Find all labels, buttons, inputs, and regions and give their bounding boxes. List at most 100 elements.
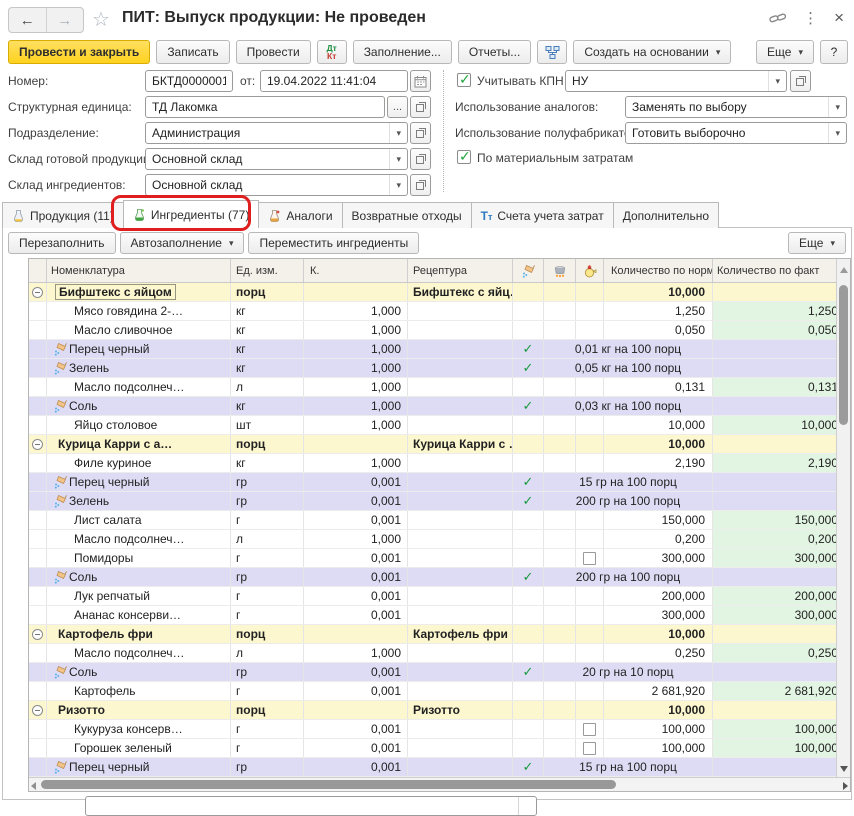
norm-qty-cell[interactable]: 2 681,920 [604,682,713,700]
cooking-flag-cell[interactable] [544,701,576,719]
unit-cell[interactable]: гр [231,492,304,510]
table-row[interactable]: Картофельг0,0012 681,9202 681,920 [29,682,838,701]
write-button[interactable]: Записать [156,40,229,64]
nomenclature-cell[interactable]: Горошек зеленый [47,739,231,757]
norm-qty-cell[interactable]: 20 гр на 10 порц [544,663,713,681]
expander-cell[interactable] [29,283,47,301]
column-spice[interactable] [513,259,544,282]
table-row[interactable]: Перец черныйгр0,001✓15 гр на 100 порц [29,473,838,492]
choose-button[interactable]: ... [387,96,408,118]
partial-bottom-field[interactable] [85,796,537,816]
expander-cell[interactable] [29,454,47,472]
unit-cell[interactable]: г [231,682,304,700]
fact-qty-cell[interactable]: 200,000 [713,587,838,605]
help-button[interactable]: ? [820,40,848,64]
table-more-button[interactable]: Еще▾ [788,232,846,254]
table-row[interactable]: Масло сливочноекг1,0000,0500,050 [29,321,838,340]
open-button[interactable] [410,122,431,144]
kettle-flag-cell[interactable] [576,435,604,453]
cooking-flag-cell[interactable] [544,435,576,453]
table-row[interactable]: Солькг1,000✓0,03 кг на 100 порц [29,397,838,416]
expander-cell[interactable] [29,530,47,548]
tab-ingredients[interactable]: Ингредиенты (77) [123,200,260,228]
norm-qty-cell[interactable]: 100,000 [604,720,713,738]
unit-cell[interactable]: гр [231,758,304,776]
norm-qty-cell[interactable]: 10,000 [604,283,713,301]
structural-unit-field[interactable]: ТД Лакомка [145,96,385,118]
post-button[interactable]: Провести [236,40,311,64]
kettle-flag-cell[interactable] [576,321,604,339]
kettle-flag-cell[interactable] [576,739,604,757]
cooking-flag-cell[interactable] [544,511,576,529]
norm-qty-cell[interactable]: 0,250 [604,644,713,662]
cooking-flag-cell[interactable] [544,283,576,301]
spice-flag-cell[interactable]: ✓ [513,397,544,415]
k-cell[interactable]: 0,001 [304,511,408,529]
nomenclature-cell[interactable]: Картофель [47,682,231,700]
recipe-cell[interactable] [408,321,513,339]
kpn-checkbox[interactable] [457,73,471,87]
kpn-combo[interactable]: НУ ▾ [565,70,787,92]
autofill-button[interactable]: Автозаполнение▾ [120,232,245,254]
unit-cell[interactable]: гр [231,568,304,586]
open-button[interactable] [410,96,431,118]
spice-flag-cell[interactable] [513,549,544,567]
fact-qty-cell[interactable] [713,492,838,510]
recipe-cell[interactable] [408,739,513,757]
recipe-cell[interactable] [408,359,513,377]
fact-qty-cell[interactable]: 0,050 [713,321,838,339]
unit-cell[interactable]: л [231,644,304,662]
refill-button[interactable]: Перезаполнить [8,232,116,254]
expander-cell[interactable] [29,587,47,605]
fact-qty-cell[interactable] [713,283,838,301]
kettle-flag-cell[interactable] [576,511,604,529]
date-field[interactable]: 19.04.2022 11:41:04 [260,70,408,92]
column-nomenclature[interactable]: Номенклатура [47,259,231,282]
spice-flag-cell[interactable] [513,587,544,605]
unit-cell[interactable]: л [231,530,304,548]
favorite-star-icon[interactable]: ☆ [92,7,110,32]
expander-cell[interactable] [29,397,47,415]
cooking-flag-cell[interactable] [544,321,576,339]
unit-cell[interactable]: г [231,549,304,567]
norm-qty-cell[interactable]: 200,000 [604,587,713,605]
cooking-flag-cell[interactable] [544,720,576,738]
spice-flag-cell[interactable]: ✓ [513,568,544,586]
ing-warehouse-combo[interactable]: Основной склад ▾ [145,174,408,196]
norm-qty-cell[interactable]: 300,000 [604,606,713,624]
row-checkbox[interactable] [583,723,596,736]
spice-flag-cell[interactable] [513,416,544,434]
scroll-down-icon[interactable] [840,766,848,772]
recipe-cell[interactable] [408,416,513,434]
spice-flag-cell[interactable] [513,739,544,757]
cooking-flag-cell[interactable] [544,682,576,700]
unit-cell[interactable]: кг [231,454,304,472]
row-checkbox[interactable] [583,742,596,755]
expander-cell[interactable] [29,492,47,510]
collapse-icon[interactable] [32,629,43,640]
fact-qty-cell[interactable] [713,758,838,776]
nomenclature-cell[interactable]: Бифштекс с яйцом [47,283,231,301]
norm-qty-cell[interactable]: 15 гр на 100 порц [544,758,713,776]
kettle-flag-cell[interactable] [576,378,604,396]
norm-qty-cell[interactable]: 10,000 [604,435,713,453]
chevron-down-icon[interactable]: ▾ [389,175,401,195]
kettle-flag-cell[interactable] [576,454,604,472]
fact-qty-cell[interactable]: 150,000 [713,511,838,529]
expander-cell[interactable] [29,568,47,586]
spice-flag-cell[interactable] [513,321,544,339]
open-button[interactable] [410,174,431,196]
kettle-flag-cell[interactable] [576,644,604,662]
spice-flag-cell[interactable] [513,454,544,472]
fact-qty-cell[interactable] [713,397,838,415]
table-row[interactable]: Зеленькг1,000✓0,05 кг на 100 порц [29,359,838,378]
fact-qty-cell[interactable] [713,663,838,681]
cooking-flag-cell[interactable] [544,302,576,320]
cooking-flag-cell[interactable] [544,587,576,605]
recipe-cell[interactable] [408,473,513,491]
nomenclature-cell[interactable]: Перец черный [47,340,231,358]
spice-flag-cell[interactable] [513,283,544,301]
expander-cell[interactable] [29,644,47,662]
recipe-cell[interactable]: Курица Карри с … [408,435,513,453]
column-norm-qty[interactable]: Количество по норме [604,259,713,282]
